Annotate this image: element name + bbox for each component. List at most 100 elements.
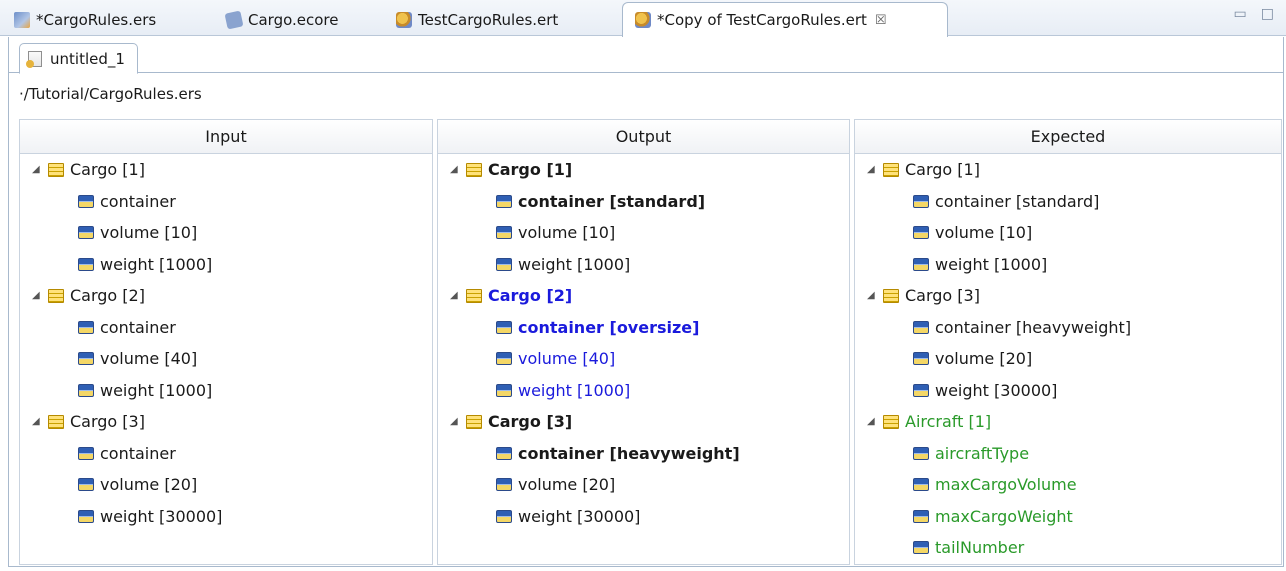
- editor-tab-bar: *CargoRules.ers Cargo.ecore TestCargoRul…: [0, 0, 1286, 37]
- close-icon[interactable]: ☒: [875, 13, 887, 28]
- attribute-icon: [913, 352, 929, 366]
- tree-label: weight [1000]: [100, 380, 213, 400]
- tree-node[interactable]: ◢ Cargo [2]: [438, 280, 849, 312]
- tree-attribute[interactable]: aircraftType: [855, 438, 1281, 470]
- attribute-icon: [913, 194, 929, 208]
- tree-attribute[interactable]: container [oversize]: [438, 312, 849, 344]
- tree-attribute[interactable]: weight [30000]: [20, 501, 432, 533]
- expand-triangle-icon[interactable]: ◢: [450, 164, 460, 175]
- tree-node[interactable]: ◢ Cargo [3]: [20, 406, 432, 438]
- tree-label: container [standard]: [518, 191, 706, 211]
- maximize-icon[interactable]: □: [1261, 6, 1274, 22]
- tree-label: Cargo [3]: [488, 412, 573, 432]
- attribute-icon: [496, 226, 512, 240]
- tree-label: weight [1000]: [518, 380, 631, 400]
- minimize-icon[interactable]: ▭: [1234, 6, 1247, 22]
- attribute-icon: [496, 257, 512, 271]
- expand-triangle-icon[interactable]: ◢: [450, 416, 460, 427]
- tree-attribute[interactable]: weight [1000]: [20, 249, 432, 281]
- tab-untitled-1[interactable]: untitled_1: [19, 43, 138, 74]
- tree-node[interactable]: ◢ Cargo [1]: [855, 154, 1281, 186]
- tree-label: Cargo [3]: [905, 286, 980, 306]
- tab-test-cargo-rules-ert[interactable]: TestCargoRules.ert: [384, 4, 558, 36]
- tab-cargo-ecore[interactable]: Cargo.ecore: [214, 4, 339, 36]
- tree-attribute[interactable]: weight [1000]: [855, 249, 1281, 281]
- tree-attribute[interactable]: tailNumber: [855, 532, 1281, 564]
- tree-attribute[interactable]: container [standard]: [855, 186, 1281, 218]
- tree-attribute[interactable]: weight [1000]: [438, 375, 849, 407]
- attribute-icon: [78, 509, 94, 523]
- tree-attribute[interactable]: volume [20]: [855, 343, 1281, 375]
- tree-label: Cargo [2]: [488, 286, 573, 306]
- tree-attribute[interactable]: weight [1000]: [20, 375, 432, 407]
- attribute-icon: [913, 226, 929, 240]
- tree-attribute[interactable]: weight [30000]: [438, 501, 849, 533]
- tree-attribute[interactable]: container [heavyweight]: [855, 312, 1281, 344]
- expand-triangle-icon[interactable]: ◢: [32, 290, 42, 301]
- tree-label: weight [30000]: [935, 380, 1058, 400]
- attribute-icon: [913, 257, 929, 271]
- expand-triangle-icon[interactable]: ◢: [867, 416, 877, 427]
- tree-node[interactable]: ◢ Cargo [3]: [855, 280, 1281, 312]
- tree-node[interactable]: ◢ Cargo [2]: [20, 280, 432, 312]
- output-column: Output ◢ Cargo [1] container [standard] vol…: [437, 119, 850, 565]
- expand-triangle-icon[interactable]: ◢: [32, 164, 42, 175]
- tree-attribute[interactable]: volume [20]: [20, 469, 432, 501]
- tree-attribute[interactable]: volume [10]: [20, 217, 432, 249]
- rules-file-path: ·/Tutorial/CargoRules.ers: [19, 85, 202, 103]
- attribute-icon: [78, 352, 94, 366]
- tree-label: volume [20]: [518, 475, 616, 495]
- tree-attribute[interactable]: volume [20]: [438, 469, 849, 501]
- attribute-icon: [496, 352, 512, 366]
- tab-copy-of-test-cargo-rules-ert[interactable]: *Copy of TestCargoRules.ert ☒: [622, 2, 948, 37]
- tab-label: *Copy of TestCargoRules.ert: [657, 11, 867, 29]
- tab-cargo-rules-ers[interactable]: *CargoRules.ers: [2, 4, 156, 36]
- tree-label: weight [30000]: [100, 506, 223, 526]
- expand-triangle-icon[interactable]: ◢: [450, 290, 460, 301]
- tree-label: Cargo [2]: [70, 286, 145, 306]
- tree-attribute[interactable]: maxCargoWeight: [855, 501, 1281, 533]
- attribute-icon: [496, 383, 512, 397]
- attribute-icon: [913, 478, 929, 492]
- attribute-icon: [496, 194, 512, 208]
- tree-attribute[interactable]: weight [30000]: [855, 375, 1281, 407]
- tree-label: weight [1000]: [100, 254, 213, 274]
- tree-attribute[interactable]: container [standard]: [438, 186, 849, 218]
- expected-column: Expected ◢ Cargo [1] container [standard] v…: [854, 119, 1282, 565]
- tree-label: container: [100, 443, 176, 463]
- tree-label: volume [10]: [100, 223, 198, 243]
- tree-attribute[interactable]: volume [40]: [20, 343, 432, 375]
- expand-triangle-icon[interactable]: ◢: [32, 416, 42, 427]
- tree-attribute[interactable]: maxCargoVolume: [855, 469, 1281, 501]
- tree-node[interactable]: ◢ Cargo [3]: [438, 406, 849, 438]
- test-case-file-icon: [26, 50, 42, 68]
- attribute-icon: [78, 383, 94, 397]
- expand-triangle-icon[interactable]: ◢: [867, 290, 877, 301]
- tab-label: *CargoRules.ers: [36, 11, 157, 29]
- tree-node[interactable]: ◢ Cargo [1]: [438, 154, 849, 186]
- expand-triangle-icon[interactable]: ◢: [867, 164, 877, 175]
- attribute-icon: [78, 194, 94, 208]
- tree-label: tailNumber: [935, 538, 1025, 558]
- output-column-header[interactable]: Output: [438, 120, 849, 154]
- class-instance-icon: [48, 414, 64, 429]
- input-column-header[interactable]: Input: [20, 120, 432, 154]
- tree-label: volume [40]: [518, 349, 616, 369]
- tree-label: weight [1000]: [518, 254, 631, 274]
- tree-attribute[interactable]: container: [20, 186, 432, 218]
- tree-attribute[interactable]: weight [1000]: [438, 249, 849, 281]
- tree-label: maxCargoWeight: [935, 506, 1073, 526]
- attribute-icon: [913, 383, 929, 397]
- tree-attribute[interactable]: volume [10]: [855, 217, 1281, 249]
- tree-attribute[interactable]: container [heavyweight]: [438, 438, 849, 470]
- tree-node[interactable]: ◢ Aircraft [1]: [855, 406, 1281, 438]
- tree-attribute[interactable]: container: [20, 438, 432, 470]
- attribute-icon: [913, 509, 929, 523]
- tree-node[interactable]: ◢ Cargo [1]: [20, 154, 432, 186]
- expected-column-header[interactable]: Expected: [855, 120, 1281, 154]
- tree-attribute[interactable]: container: [20, 312, 432, 344]
- tree-attribute[interactable]: volume [40]: [438, 343, 849, 375]
- attribute-icon: [78, 226, 94, 240]
- tree-attribute[interactable]: volume [10]: [438, 217, 849, 249]
- attribute-icon: [496, 320, 512, 334]
